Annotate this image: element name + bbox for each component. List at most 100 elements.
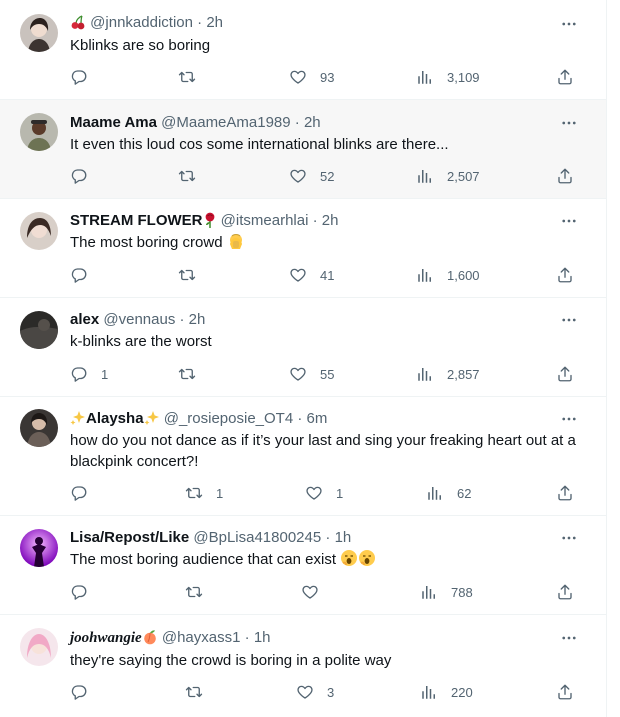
tweet-time[interactable]: 1h [335, 529, 352, 546]
like-button[interactable]: 41 [289, 265, 334, 285]
like-icon [289, 68, 307, 86]
peach-icon [142, 629, 158, 650]
tweet-display-name[interactable]: Alaysha [86, 410, 144, 427]
tweet-item[interactable]: Alaysha @_rosieposie_OT4 · 6m how do you… [0, 397, 606, 516]
views-button[interactable]: 220 [420, 682, 473, 702]
views-button[interactable]: 2,507 [416, 166, 480, 186]
more-icon[interactable] [560, 629, 578, 647]
reply-button[interactable] [70, 582, 88, 602]
tweet-header: @jnnkaddiction · 2h [70, 14, 223, 35]
tweet-time[interactable]: 6m [307, 410, 328, 427]
views-button[interactable]: 1,600 [416, 265, 480, 285]
tweet-feed: @jnnkaddiction · 2h Kblinks are so borin… [0, 0, 607, 717]
reply-icon [70, 167, 88, 185]
avatar-woman-icon[interactable] [20, 212, 58, 250]
facepalm-icon [227, 232, 245, 256]
share-button[interactable] [556, 683, 574, 701]
tweet-text-block: The most boring audience that can exist [70, 549, 585, 573]
share-button[interactable] [556, 266, 574, 284]
share-button[interactable] [556, 167, 574, 185]
views-icon [416, 68, 434, 86]
views-icon [426, 484, 444, 502]
share-button[interactable] [556, 68, 574, 86]
avatar-silhouette-icon[interactable] [20, 529, 58, 567]
avatar-woman-icon[interactable] [20, 628, 58, 666]
tweet-item[interactable]: alex @vennaus · 2h k-blinks are the wors… [0, 298, 606, 397]
retweet-button[interactable] [185, 582, 203, 602]
tweet-handle[interactable]: @MaameAma1989 [161, 114, 290, 131]
like-button[interactable]: 3 [296, 682, 334, 702]
tweet-header: Maame Ama @MaameAma1989 · 2h [70, 114, 321, 131]
tweet-item[interactable]: Maame Ama @MaameAma1989 · 2h It even thi… [0, 100, 606, 199]
more-icon[interactable] [560, 212, 578, 230]
like-button[interactable]: 1 [305, 483, 343, 503]
tweet-item[interactable]: @jnnkaddiction · 2h Kblinks are so borin… [0, 0, 606, 100]
reply-button[interactable] [70, 67, 88, 87]
retweet-button[interactable]: 1 [185, 483, 223, 503]
yawning-face-icon [340, 549, 358, 573]
views-button[interactable]: 3,109 [416, 67, 480, 87]
like-button[interactable]: 52 [289, 166, 334, 186]
views-button[interactable]: 62 [426, 483, 471, 503]
tweet-time[interactable]: 2h [206, 14, 223, 31]
tweet-text: they're saying the crowd is boring in a … [70, 652, 392, 669]
views-button[interactable]: 2,857 [416, 364, 480, 384]
tweet-header: alex @vennaus · 2h [70, 311, 206, 328]
avatar-woman-icon[interactable] [20, 409, 58, 447]
like-button[interactable]: 55 [289, 364, 334, 384]
views-icon [416, 266, 434, 284]
more-icon[interactable] [560, 114, 578, 132]
reply-button[interactable] [70, 682, 88, 702]
tweet-display-name[interactable]: Maame Ama [70, 114, 157, 131]
tweet-display-name[interactable]: joohwangie [70, 630, 142, 646]
tweet-item[interactable]: STREAM FLOWER @itsmearhlai · 2h The most… [0, 199, 606, 298]
avatar-man-icon[interactable] [20, 113, 58, 151]
tweet-header: Alaysha @_rosieposie_OT4 · 6m [70, 410, 327, 431]
share-button[interactable] [556, 583, 574, 601]
tweet-handle[interactable]: @_rosieposie_OT4 [164, 410, 293, 427]
tweet-time[interactable]: 1h [254, 629, 271, 646]
like-count: 1 [336, 485, 344, 501]
tweet-handle[interactable]: @jnnkaddiction [90, 14, 193, 31]
tweet-display-name[interactable]: STREAM FLOWER [70, 212, 203, 229]
retweet-button[interactable] [178, 67, 196, 87]
reply-button[interactable] [70, 166, 88, 186]
more-icon[interactable] [560, 311, 578, 329]
views-button[interactable]: 788 [420, 582, 473, 602]
reply-icon [70, 484, 88, 502]
tweet-handle[interactable]: @itsmearhlai [221, 212, 309, 229]
share-button[interactable] [556, 365, 574, 383]
avatar-woman-icon[interactable] [20, 14, 58, 52]
more-icon[interactable] [560, 529, 578, 547]
share-button[interactable] [556, 484, 574, 502]
tweet-item[interactable]: joohwangie @hayxass1 · 1h they're saying… [0, 615, 606, 717]
retweet-button[interactable] [185, 682, 203, 702]
views-count: 2,507 [447, 168, 480, 184]
views-icon [420, 583, 438, 601]
tweet-item[interactable]: Lisa/Repost/Like @BpLisa41800245 · 1h Th… [0, 516, 606, 615]
tweet-time[interactable]: 2h [304, 114, 321, 131]
tweet-display-name[interactable]: alex [70, 311, 99, 328]
like-count: 93 [320, 69, 335, 85]
tweet-header: Lisa/Repost/Like @BpLisa41800245 · 1h [70, 529, 352, 546]
avatar-dark-icon[interactable] [20, 311, 58, 349]
reply-button[interactable] [70, 265, 88, 285]
tweet-handle[interactable]: @hayxass1 [162, 629, 241, 646]
retweet-button[interactable] [178, 364, 196, 384]
reply-button[interactable]: 1 [70, 364, 108, 384]
retweet-button[interactable] [178, 166, 196, 186]
like-button[interactable]: 93 [289, 67, 334, 87]
tweet-handle[interactable]: @vennaus [103, 311, 175, 328]
tweet-time[interactable]: 2h [322, 212, 339, 229]
retweet-button[interactable] [178, 265, 196, 285]
tweet-handle[interactable]: @BpLisa41800245 [193, 529, 321, 546]
more-icon[interactable] [560, 15, 578, 33]
sparkles-icon [70, 410, 86, 431]
reply-button[interactable] [70, 483, 88, 503]
more-icon[interactable] [560, 410, 578, 428]
like-button[interactable] [301, 582, 319, 602]
tweet-display-name[interactable]: Lisa/Repost/Like [70, 529, 189, 546]
tweet-time[interactable]: 2h [189, 311, 206, 328]
like-icon [289, 365, 307, 383]
tweet-text: how do you not dance as if it’s your las… [70, 432, 576, 470]
